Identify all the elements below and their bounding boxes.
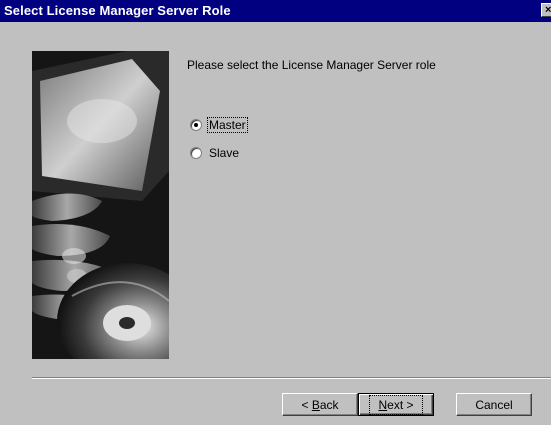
radio-button-slave[interactable] xyxy=(190,147,202,159)
close-button[interactable]: × xyxy=(541,3,551,17)
back-accelerator: B xyxy=(311,397,320,412)
back-label: < Back xyxy=(301,398,338,412)
window-title: Select License Manager Server Role xyxy=(4,3,231,18)
wizard-side-image xyxy=(32,51,169,359)
dialog-window: Select License Manager Server Role × Ple… xyxy=(0,0,551,425)
instruction-text: Please select the License Manager Server… xyxy=(187,58,436,72)
radio-slave[interactable]: Slave xyxy=(190,145,240,161)
back-rest: ack xyxy=(319,397,339,412)
back-prefix: < xyxy=(301,397,312,412)
title-bar[interactable]: Select License Manager Server Role × xyxy=(0,0,551,22)
cancel-button[interactable]: Cancel xyxy=(456,393,532,416)
radio-label-master[interactable]: Master xyxy=(207,117,248,133)
close-icon: × xyxy=(545,4,551,16)
next-label: Next > xyxy=(369,394,423,415)
radio-button-master[interactable] xyxy=(190,119,202,131)
next-button[interactable]: Next > xyxy=(358,393,434,416)
cd-disc-hand-image xyxy=(32,51,169,359)
radio-label-slave[interactable]: Slave xyxy=(208,146,240,160)
radio-master[interactable]: Master xyxy=(190,117,248,133)
button-separator xyxy=(32,377,551,379)
back-button[interactable]: < Back xyxy=(282,393,358,416)
next-rest: ext > xyxy=(387,397,414,412)
next-accelerator: N xyxy=(378,397,388,412)
radio-selected-dot xyxy=(194,123,198,127)
